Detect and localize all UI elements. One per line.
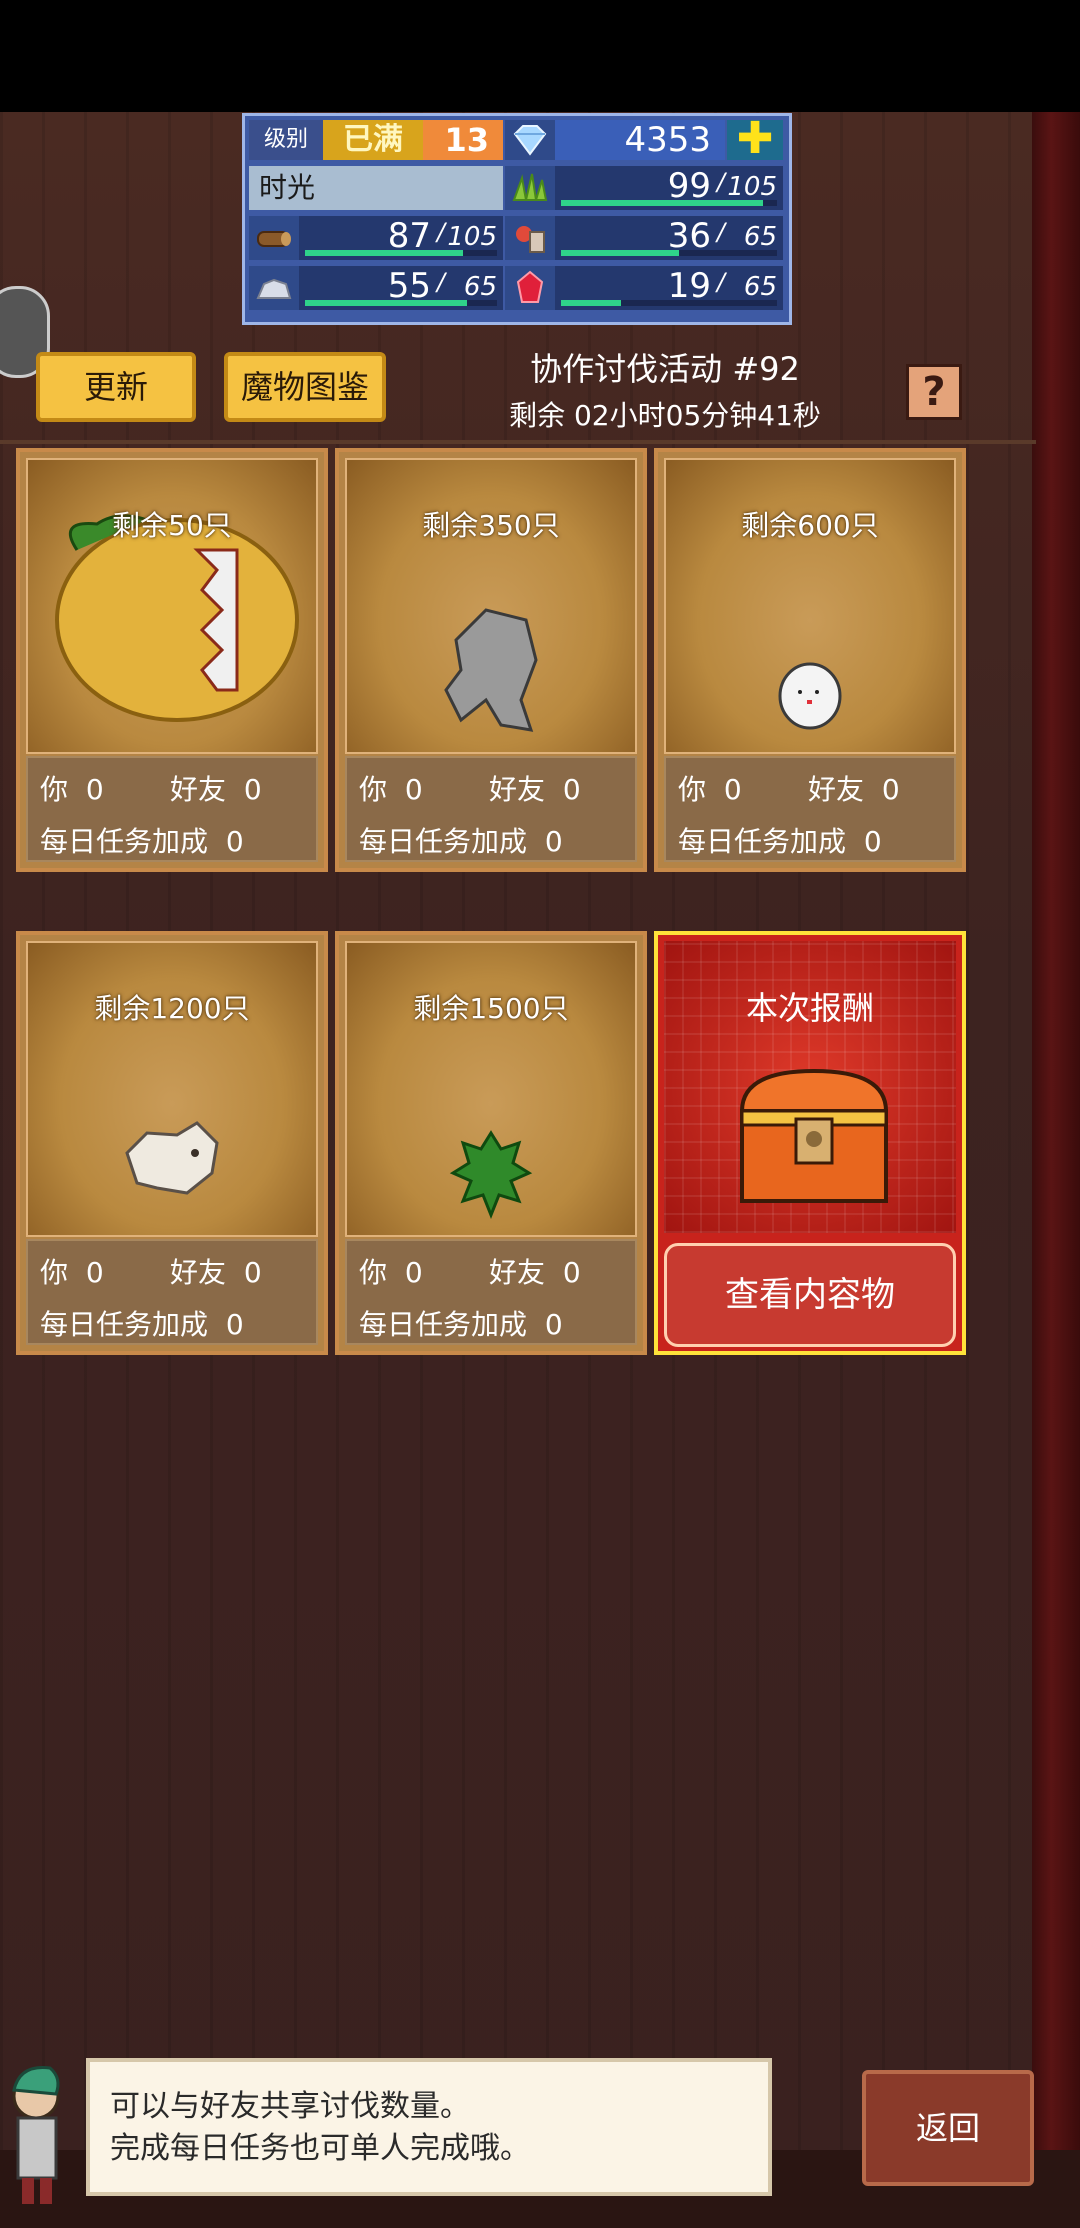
resource-meat: 36 / 65 — [555, 216, 783, 260]
help-icon[interactable]: ? — [906, 364, 962, 420]
friend-label: 好友 — [489, 1256, 546, 1289]
friend-count: 0 — [562, 773, 581, 806]
remain-count: 剩余1200只 — [94, 992, 250, 1025]
hint-line-1: 可以与好友共享讨伐数量。 — [110, 2089, 470, 2124]
level-value: 13 — [423, 120, 503, 160]
friend-label: 好友 — [489, 773, 546, 806]
ore-bar — [305, 300, 467, 306]
monster-card-2[interactable]: 剩余350只 你 0 好友 0 每日任务加成 0 — [335, 448, 647, 872]
friend-label: 好友 — [808, 773, 865, 806]
wood-icon — [249, 216, 299, 260]
daily-label: 每日任务加成 — [678, 825, 847, 858]
daily-count: 0 — [225, 1308, 244, 1341]
daily-count: 0 — [225, 825, 244, 858]
green-bush-sprite — [449, 1130, 533, 1219]
gems-value: 4353 — [555, 120, 725, 160]
back-button[interactable]: 返回 — [862, 2070, 1034, 2186]
friend-count: 0 — [243, 773, 262, 806]
you-count: 0 — [85, 773, 104, 806]
friend-label: 好友 — [170, 773, 227, 806]
stone-golem-sprite — [444, 608, 538, 732]
hint-line-2: 完成每日任务也可单人完成哦。 — [110, 2131, 530, 2166]
you-count: 0 — [404, 773, 423, 806]
you-count: 0 — [404, 1256, 423, 1289]
daily-count: 0 — [544, 825, 563, 858]
status-panel: 级别 已满 13 4353 ✚ 时光 99 / 105 87 / 105 36 … — [242, 113, 792, 325]
ore-max: 65 — [463, 272, 497, 302]
egg-ghost-sprite — [778, 662, 842, 730]
you-label: 你 — [359, 1256, 388, 1289]
ruby-max: 65 — [743, 272, 777, 302]
hint-dialog: 可以与好友共享讨伐数量。 完成每日任务也可单人完成哦。 — [86, 2058, 772, 2196]
monster-card-5[interactable]: 剩余1500只 你 0 好友 0 每日任务加成 0 — [335, 931, 647, 1355]
event-title: 协作讨伐活动 #92 — [530, 350, 800, 388]
grass-max: 105 — [727, 172, 777, 202]
bone-beast-sprite — [125, 1121, 219, 1195]
monster-card-1[interactable]: 剩余50只 你 0 好友 0 每日任务加成 0 — [16, 448, 328, 872]
meat-max: 65 — [743, 222, 777, 252]
wood-max: 105 — [447, 222, 497, 252]
guide-character — [12, 2065, 60, 2204]
remain-count: 剩余350只 — [422, 509, 560, 542]
treasure-chest-icon — [739, 1068, 889, 1203]
resource-wood: 87 / 105 — [299, 216, 503, 260]
remain-count: 剩余1500只 — [413, 992, 569, 1025]
you-count: 0 — [723, 773, 742, 806]
bestiary-button[interactable]: 魔物图鉴 — [224, 352, 386, 422]
daily-count: 0 — [863, 825, 882, 858]
resource-ruby: 19 / 65 — [555, 266, 783, 310]
reward-title: 本次报酬 — [745, 989, 874, 1027]
meat-bar — [561, 250, 679, 256]
divider — [0, 440, 1036, 444]
daily-label: 每日任务加成 — [359, 825, 528, 858]
daily-label: 每日任务加成 — [40, 1308, 209, 1341]
you-count: 0 — [85, 1256, 104, 1289]
reward-card: 本次报酬 查看内容物 — [654, 931, 966, 1355]
monster-card-4[interactable]: 剩余1200只 你 0 好友 0 每日任务加成 0 — [16, 931, 328, 1355]
level-label: 级别 — [249, 120, 323, 160]
friend-count: 0 — [562, 1256, 581, 1289]
diamond-icon — [505, 120, 555, 160]
time-remaining: 剩余 02小时05分钟41秒 — [509, 399, 821, 432]
you-label: 你 — [40, 1256, 69, 1289]
grass-bar — [561, 200, 763, 206]
plus-icon[interactable]: ✚ — [727, 117, 783, 161]
ruby-icon — [505, 266, 555, 310]
meat-icon — [505, 216, 555, 260]
refresh-button[interactable]: 更新 — [36, 352, 196, 422]
daily-label: 每日任务加成 — [40, 825, 209, 858]
view-contents-button[interactable]: 查看内容物 — [664, 1243, 956, 1347]
you-label: 你 — [40, 773, 69, 806]
curtain — [1032, 112, 1080, 2228]
remain-count: 剩余50只 — [112, 509, 232, 542]
you-label: 你 — [678, 773, 707, 806]
daily-label: 每日任务加成 — [359, 1308, 528, 1341]
remain-count: 剩余600只 — [741, 509, 879, 542]
resource-ore: 55 / 65 — [299, 266, 503, 310]
friend-count: 0 — [243, 1256, 262, 1289]
friend-label: 好友 — [170, 1256, 227, 1289]
grass-icon — [505, 166, 555, 210]
resource-grass: 99 / 105 — [555, 166, 783, 210]
player-name: 时光 — [249, 166, 503, 210]
you-label: 你 — [359, 773, 388, 806]
daily-count: 0 — [544, 1308, 563, 1341]
ore-icon — [249, 266, 299, 310]
ruby-bar — [561, 300, 621, 306]
wood-bar — [305, 250, 463, 256]
friend-count: 0 — [881, 773, 900, 806]
monster-card-3[interactable]: 剩余600只 你 0 好友 0 每日任务加成 0 — [654, 448, 966, 872]
level-max-badge: 已满 — [323, 120, 423, 160]
